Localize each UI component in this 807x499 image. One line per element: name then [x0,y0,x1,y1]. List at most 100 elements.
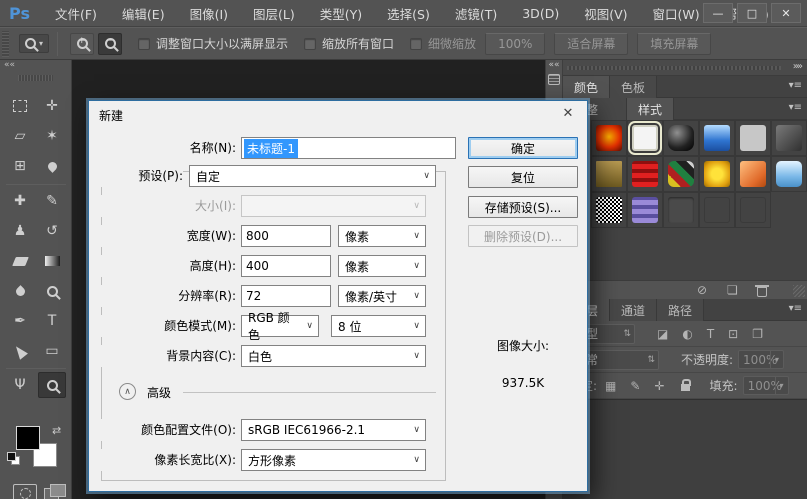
filter-adjustment-layers-icon[interactable]: ◐ [682,327,692,341]
lock-transparency-icon[interactable]: ▦ [605,379,616,393]
eyedropper-tool[interactable] [38,153,66,179]
style-swatch[interactable] [699,156,735,192]
style-swatch[interactable] [699,120,735,156]
layers-panel-menu-icon[interactable]: ▾≡ [789,303,802,314]
path-selection-tool[interactable] [6,338,34,364]
crop-tool[interactable]: ⊞ [6,153,34,179]
style-swatch[interactable] [663,120,699,156]
layers-list-empty[interactable] [563,399,807,499]
menu-filter[interactable]: 滤镜(T) [455,4,497,23]
fill-screen-button[interactable]: 填充屏幕 [637,33,711,55]
shape-tool[interactable]: ▭ [38,338,66,364]
menu-window[interactable]: 窗口(W) [653,4,700,23]
style-swatch[interactable] [699,192,735,228]
maximize-button[interactable]: □ [737,3,767,23]
resolution-unit-dropdown[interactable]: 像素/英寸 ∨ [338,285,426,307]
tab-swatches[interactable]: 色板 [610,76,657,98]
height-input[interactable] [241,255,331,277]
filter-pixel-layers-icon[interactable]: ◪ [657,327,668,341]
style-swatch[interactable] [591,156,627,192]
style-swatch[interactable] [627,192,663,228]
resolution-input[interactable] [241,285,331,307]
zoom-all-windows-option[interactable]: 缩放所有窗口 [304,35,394,52]
style-swatch[interactable] [591,192,627,228]
style-swatch-selected[interactable] [627,120,663,156]
save-preset-button[interactable]: 存储预设(S)... [468,196,578,218]
minimize-button[interactable]: — [703,3,733,23]
close-button[interactable]: ✕ [771,3,801,23]
type-tool[interactable]: T [38,308,66,334]
name-input[interactable]: 未标题-1 [241,137,456,159]
menu-view[interactable]: 视图(V) [584,4,627,23]
tab-styles[interactable]: 样式 [627,98,674,120]
background-dropdown[interactable]: 白色 ∨ [241,345,426,367]
quick-mask-button[interactable] [13,484,37,499]
filter-type-layers-icon[interactable]: T [707,327,714,341]
clear-style-icon[interactable]: ⊘ [697,283,707,297]
rectangular-marquee-tool[interactable] [6,93,34,119]
current-tool-zoom[interactable]: ▾ [19,34,49,53]
filter-smart-objects-icon[interactable]: ❐ [752,327,763,341]
panel-resize-grip[interactable] [793,285,805,297]
menu-type[interactable]: 类型(Y) [320,4,362,23]
menu-file[interactable]: 文件(F) [55,4,97,23]
color-panel-menu-icon[interactable]: ▾≡ [789,80,802,91]
menu-3d[interactable]: 3D(D) [522,6,559,21]
tools-collapse-arrows[interactable]: «« [0,60,71,73]
default-colors-icon[interactable] [7,452,20,465]
screen-mode-button[interactable] [44,484,66,499]
healing-brush-tool[interactable]: ✚ [6,188,34,214]
pixel-aspect-dropdown[interactable]: 方形像素 ∨ [241,449,426,471]
menu-layer[interactable]: 图层(L) [253,4,295,23]
style-swatch[interactable] [735,156,771,192]
zoom-out-button[interactable]: − [98,33,122,55]
opacity-value-box[interactable]: 100% ▾ [738,350,784,369]
tab-paths[interactable]: 路径 [657,299,704,321]
style-swatch[interactable] [771,120,807,156]
dock-collapse-icon[interactable]: »» [793,61,801,72]
collapsed-panel-icon[interactable] [548,74,560,85]
zoom-tool-selected[interactable] [38,372,66,398]
trash-icon[interactable] [757,287,767,297]
style-swatch[interactable] [627,156,663,192]
width-unit-dropdown[interactable]: 像素 ∨ [338,225,426,247]
menu-image[interactable]: 图像(I) [190,4,228,23]
dodge-tool[interactable] [38,278,66,304]
lock-position-icon[interactable]: ✛ [654,379,664,393]
advanced-toggle-button[interactable]: ∧ [119,383,136,400]
zoom-in-button[interactable]: + [70,33,94,55]
preset-dropdown[interactable]: 自定 ∨ [189,165,436,187]
reset-button[interactable]: 复位 [468,166,578,188]
actual-pixels-button[interactable]: 100% [485,33,545,55]
magic-wand-tool[interactable]: ✶ [38,123,66,149]
tab-channels[interactable]: 通道 [610,299,657,321]
menu-edit[interactable]: 编辑(E) [122,4,165,23]
tools-panel-grip[interactable] [18,75,53,81]
tab-color[interactable]: 颜色 [563,76,610,98]
styles-panel-menu-icon[interactable]: ▾≡ [789,102,802,113]
style-swatch[interactable] [591,120,627,156]
fill-value-box[interactable]: 100% ▾ [743,376,789,395]
clone-stamp-tool[interactable]: ♟ [6,218,34,244]
resize-windows-checkbox[interactable] [138,38,150,50]
style-swatch[interactable] [663,192,699,228]
height-unit-dropdown[interactable]: 像素 ∨ [338,255,426,277]
fit-screen-button[interactable]: 适合屏幕 [554,33,628,55]
brush-tool[interactable]: ✎ [38,188,66,214]
history-brush-tool[interactable]: ↺ [38,218,66,244]
color-mode-dropdown[interactable]: RGB 颜色 ∨ [241,315,319,337]
lock-all-icon[interactable] [681,384,690,391]
filter-shape-layers-icon[interactable]: ⊡ [728,327,738,341]
dock-grip[interactable] [567,66,781,70]
lock-image-icon[interactable]: ✎ [630,379,640,393]
hand-tool[interactable]: Ψ [6,372,34,398]
resize-windows-option[interactable]: 调整窗口大小以满屏显示 [138,35,288,52]
bit-depth-dropdown[interactable]: 8 位 ∨ [331,315,426,337]
gradient-tool[interactable] [38,248,66,274]
lasso-tool[interactable]: ▱ [6,123,34,149]
dialog-close-icon[interactable]: ✕ [559,106,577,121]
dock-collapse-arrows[interactable]: «« [548,60,559,70]
eraser-tool[interactable] [6,248,34,274]
new-style-icon[interactable]: ❏ [727,283,738,297]
menu-select[interactable]: 选择(S) [387,4,430,23]
